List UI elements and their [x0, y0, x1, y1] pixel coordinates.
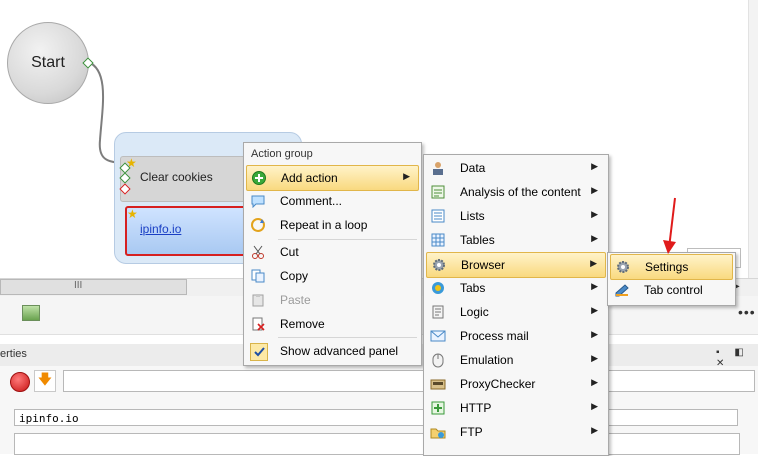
menu-item-add-action[interactable]: Add action ▶ [246, 165, 419, 191]
submenu-item-tabs[interactable]: Tabs ▶ [426, 276, 606, 300]
vertical-scrollbar[interactable] [748, 0, 758, 278]
submenu-item-emulation[interactable]: Emulation ▶ [426, 348, 606, 372]
proxy-icon [430, 376, 446, 392]
submenu-item-proxychecker[interactable]: ProxyChecker ▶ [426, 372, 606, 396]
submenu-arrow-icon: ▶ [591, 425, 598, 435]
tab-control-icon [614, 282, 630, 298]
list-icon [430, 208, 446, 224]
speech-bubble-icon [250, 193, 266, 209]
submenu-arrow-icon: ▶ [591, 305, 598, 315]
menu-header: Action group [251, 148, 313, 160]
paste-icon [250, 292, 266, 308]
analysis-icon [430, 184, 446, 200]
image-icon[interactable] [22, 305, 40, 321]
submenu-arrow-icon: ▶ [591, 377, 598, 387]
menu-item-cut[interactable]: Cut [246, 240, 419, 264]
mouse-icon [430, 352, 446, 368]
tabs-icon [430, 280, 446, 296]
table-icon [430, 232, 446, 248]
scissors-icon [250, 244, 266, 260]
submenu-arrow-icon: ▶ [591, 209, 598, 219]
submenu-item-logic[interactable]: Logic ▶ [426, 300, 606, 324]
url-field[interactable]: ipinfo.io [14, 409, 738, 426]
down-arrow-button[interactable]: 🡇 [34, 370, 56, 392]
annotation-arrow-icon [663, 197, 676, 254]
properties-input[interactable] [63, 370, 755, 392]
copy-icon [250, 268, 266, 284]
loop-icon [250, 217, 266, 233]
submenu-arrow-icon: ▶ [591, 329, 598, 339]
submenu-arrow-icon: ▶ [591, 353, 598, 363]
browser-submenu: Settings Tab control [607, 252, 736, 306]
start-node[interactable]: Start [7, 22, 89, 104]
menu-item-remove[interactable]: Remove [246, 312, 419, 336]
properties-title: erties [0, 348, 27, 360]
logic-icon [430, 304, 446, 320]
stop-button[interactable] [10, 372, 30, 392]
submenu-arrow-icon: ▶ [591, 401, 598, 411]
remove-icon [250, 316, 266, 332]
submenu-arrow-icon: ▶ [590, 258, 597, 268]
add-action-submenu: Data ▶ Analysis of the content ▶ Lists ▶… [423, 154, 609, 456]
menu-item-repeat-loop[interactable]: Repeat in a loop [246, 213, 419, 237]
submenu-item-tab-control[interactable]: Tab control [610, 278, 733, 302]
star-icon: ★ [127, 207, 138, 221]
submenu-item-data[interactable]: Data ▶ [426, 156, 606, 180]
menu-item-copy[interactable]: Copy [246, 264, 419, 288]
submenu-item-http[interactable]: HTTP ▶ [426, 396, 606, 420]
submenu-item-analysis[interactable]: Analysis of the content ▶ [426, 180, 606, 204]
submenu-arrow-icon: ▶ [591, 161, 598, 171]
plus-green-icon [251, 170, 267, 186]
menu-item-paste[interactable]: Paste [246, 288, 419, 312]
clear-cookies-label: Clear cookies [140, 170, 213, 184]
properties-textarea[interactable] [14, 433, 740, 455]
more-options-icon[interactable]: ••• [738, 304, 756, 320]
scrollbar-thumb[interactable] [0, 279, 187, 295]
menu-item-show-advanced-panel[interactable]: Show advanced panel [246, 339, 419, 363]
submenu-item-browser[interactable]: Browser ▶ [426, 252, 606, 278]
http-icon [430, 400, 446, 416]
context-menu: Add action ▶ Comment... Repeat in a loop… [243, 142, 422, 366]
ftp-icon [430, 424, 446, 440]
menu-item-comment[interactable]: Comment... [246, 189, 419, 213]
submenu-item-lists[interactable]: Lists ▶ [426, 204, 606, 228]
submenu-item-tables[interactable]: Tables ▶ [426, 228, 606, 252]
gear-icon [431, 257, 447, 273]
submenu-arrow-icon: ▶ [591, 185, 598, 195]
menu-separator [278, 337, 417, 338]
submenu-arrow-icon: ▶ [403, 171, 410, 181]
ipinfo-label[interactable]: ipinfo.io [140, 222, 181, 236]
submenu-arrow-icon: ▶ [591, 233, 598, 243]
submenu-item-process-mail[interactable]: Process mail ▶ [426, 324, 606, 348]
checkmark-icon [250, 343, 268, 361]
submenu-arrow-icon: ▶ [591, 281, 598, 291]
user-data-icon [430, 160, 446, 176]
start-label: Start [31, 54, 65, 71]
mail-icon [430, 328, 446, 344]
submenu-item-ftp[interactable]: FTP ▶ [426, 420, 606, 444]
gear-icon [615, 259, 631, 275]
scrollbar-grip: III [74, 280, 83, 291]
